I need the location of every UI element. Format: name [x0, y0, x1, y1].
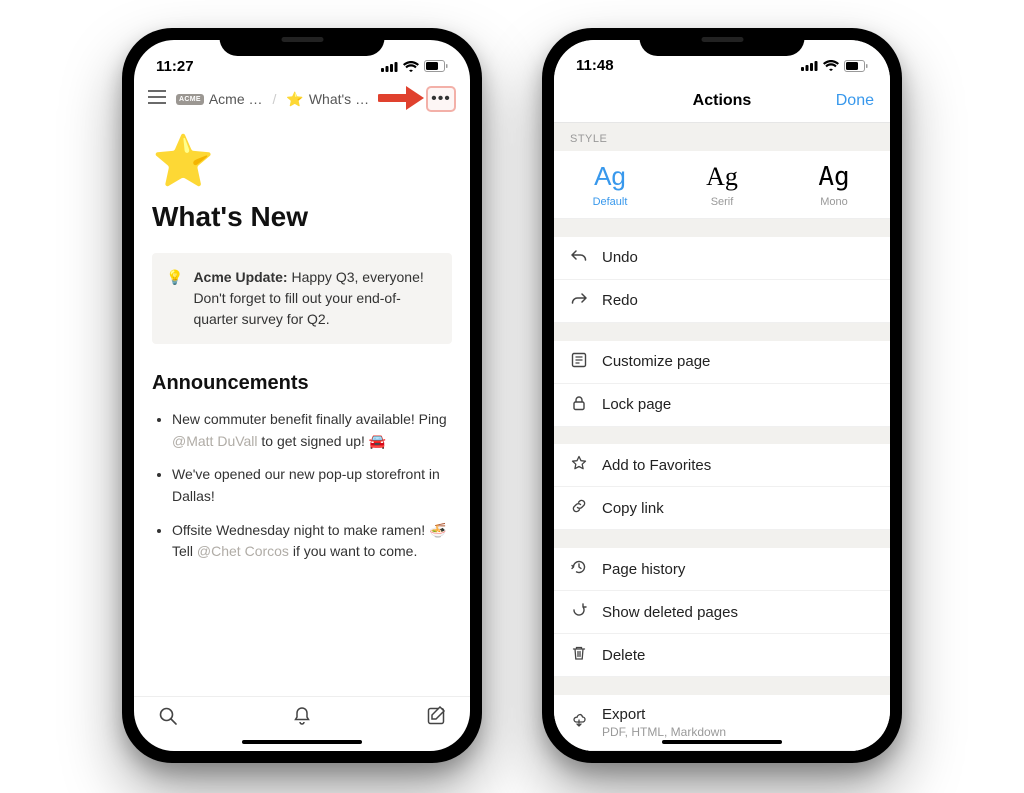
- cellular-icon: [381, 61, 398, 72]
- more-icon: •••: [431, 91, 451, 107]
- page-history-row[interactable]: Page history: [554, 548, 890, 591]
- list-item[interactable]: Offsite Wednesday night to make ramen! 🍜…: [172, 520, 452, 563]
- style-option-serif[interactable]: Ag Serif: [666, 151, 778, 218]
- screen-right: 11:48 Actions Done Style Ag Default Ag S…: [554, 40, 890, 751]
- add-to-favorites-row[interactable]: Add to Favorites: [554, 444, 890, 487]
- status-icons: [801, 60, 868, 72]
- actions-header: Actions Done: [554, 80, 890, 123]
- compose-button[interactable]: [426, 706, 446, 731]
- breadcrumb-page[interactable]: ⭐ What's …: [286, 91, 369, 108]
- style-option-default[interactable]: Ag Default: [554, 151, 666, 218]
- cellular-icon: [801, 60, 818, 71]
- announcements-list: New commuter benefit finally available! …: [152, 409, 452, 563]
- undo-row[interactable]: Undo: [554, 237, 890, 280]
- callout-text: Acme Update: Happy Q3, everyone! Don't f…: [193, 267, 438, 330]
- announcements-heading[interactable]: Announcements: [152, 372, 452, 395]
- screen-left: 11:27 ACME Acme … / ⭐ What's … •••: [134, 40, 470, 751]
- workspace-icon: ACME: [176, 94, 204, 105]
- callout-block[interactable]: 💡 Acme Update: Happy Q3, everyone! Don't…: [152, 253, 452, 344]
- delete-icon: [570, 645, 588, 665]
- wifi-icon: [823, 60, 839, 71]
- status-icons: [381, 60, 448, 72]
- page-body: ⭐ What's New 💡 Acme Update: Happy Q3, ev…: [134, 118, 470, 696]
- link-icon: [570, 498, 588, 518]
- lock-page-row[interactable]: Lock page: [554, 384, 890, 427]
- export-icon: [570, 713, 588, 733]
- lock-icon: [570, 395, 588, 415]
- phone-left: 11:27 ACME Acme … / ⭐ What's … •••: [122, 28, 482, 763]
- list-item[interactable]: We've opened our new pop-up storefront i…: [172, 464, 452, 507]
- list-item[interactable]: New commuter benefit finally available! …: [172, 409, 452, 452]
- phone-right: 11:48 Actions Done Style Ag Default Ag S…: [542, 28, 902, 763]
- status-time: 11:27: [156, 58, 194, 75]
- battery-icon: [844, 60, 868, 72]
- style-option-mono[interactable]: Ag Mono: [778, 151, 890, 218]
- group-spacer: [554, 677, 890, 695]
- group-spacer: [554, 530, 890, 548]
- history-icon: [570, 559, 588, 579]
- mention[interactable]: @Chet Corcos: [197, 543, 289, 559]
- wifi-icon: [403, 61, 419, 72]
- notch: [640, 28, 805, 56]
- home-indicator[interactable]: [242, 740, 362, 744]
- show-deleted-row[interactable]: Show deleted pages: [554, 591, 890, 634]
- star-icon: [570, 455, 588, 475]
- callout-arrow: [378, 83, 426, 118]
- trash-restore-icon: [570, 602, 588, 622]
- redo-icon: [570, 291, 588, 311]
- customize-page-row[interactable]: Customize page: [554, 341, 890, 384]
- group-spacer: [554, 323, 890, 341]
- style-section-label: Style: [554, 123, 890, 151]
- page-icon[interactable]: ⭐: [152, 132, 452, 191]
- notch: [220, 28, 385, 56]
- done-button[interactable]: Done: [836, 92, 874, 110]
- breadcrumb-workspace[interactable]: ACME Acme …: [176, 91, 263, 107]
- undo-icon: [570, 248, 588, 268]
- status-time: 11:48: [576, 57, 614, 74]
- bulb-icon: 💡: [166, 267, 183, 330]
- mention[interactable]: @Matt DuVall: [172, 433, 258, 449]
- customize-icon: [570, 352, 588, 372]
- home-indicator[interactable]: [662, 740, 782, 744]
- notifications-button[interactable]: [292, 706, 312, 731]
- delete-row[interactable]: Delete: [554, 634, 890, 677]
- style-row: Ag Default Ag Serif Ag Mono: [554, 151, 890, 219]
- page-crumb-icon: ⭐: [286, 91, 303, 108]
- actions-title: Actions: [693, 92, 752, 110]
- copy-link-row[interactable]: Copy link: [554, 487, 890, 530]
- search-button[interactable]: [158, 706, 178, 731]
- redo-row[interactable]: Redo: [554, 280, 890, 323]
- more-button[interactable]: •••: [426, 86, 456, 112]
- group-spacer: [554, 219, 890, 237]
- battery-icon: [424, 60, 448, 72]
- group-spacer: [554, 427, 890, 445]
- breadcrumb-separator: /: [273, 91, 277, 107]
- page-title[interactable]: What's New: [152, 201, 452, 233]
- menu-button[interactable]: [148, 88, 166, 110]
